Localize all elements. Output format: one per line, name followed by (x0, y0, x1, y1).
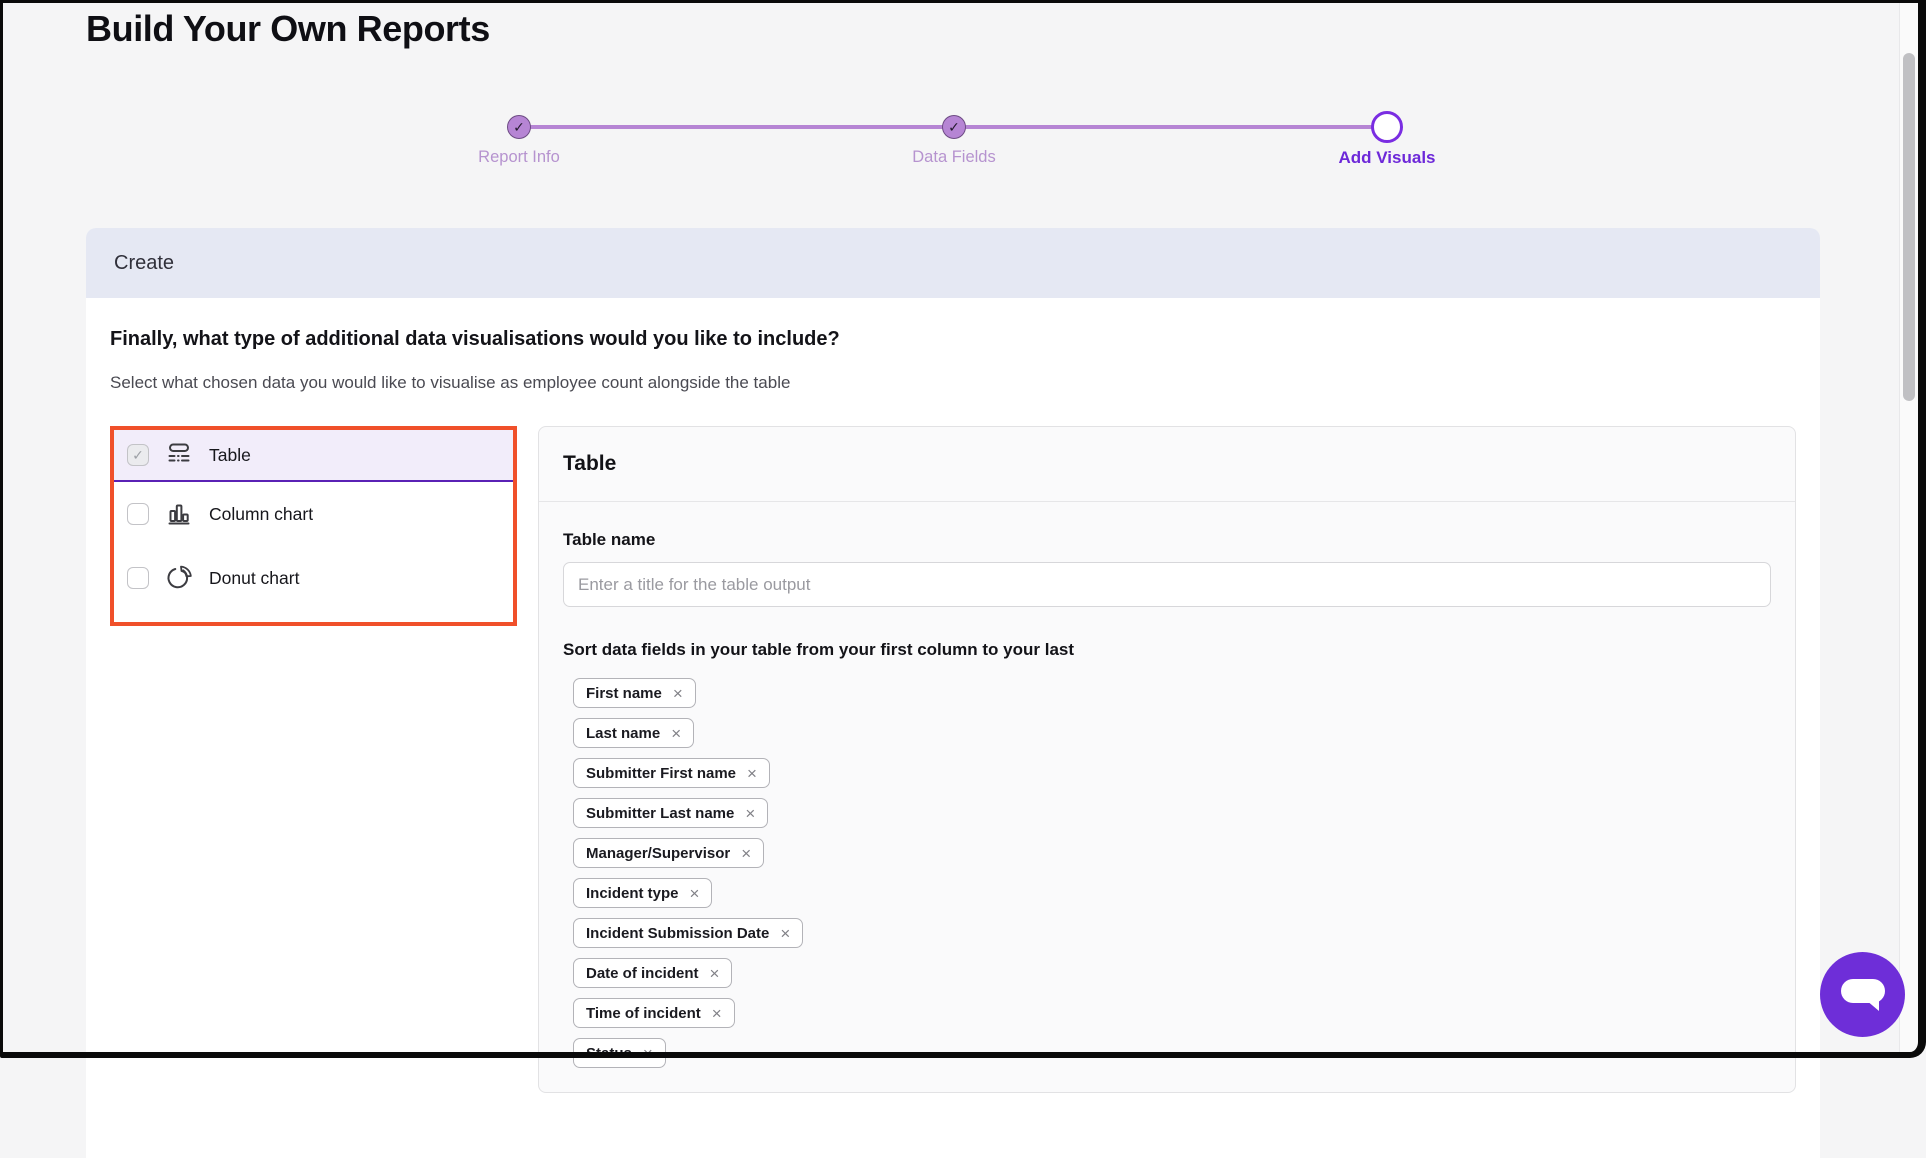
field-chip-label: Date of incident (586, 965, 699, 982)
field-chip-label: Status (586, 1045, 632, 1062)
field-chip[interactable]: Date of incident × (573, 958, 732, 988)
table-icon (165, 441, 193, 469)
remove-icon[interactable]: × (690, 885, 700, 902)
field-chip-label: Submitter First name (586, 765, 736, 782)
chat-widget-button[interactable] (1820, 952, 1905, 1037)
column-chart-icon (165, 500, 193, 528)
table-config-panel: Table Table name Sort data fields in you… (538, 426, 1796, 1093)
remove-icon[interactable]: × (673, 685, 683, 702)
field-chip[interactable]: Incident Submission Date × (573, 918, 803, 948)
visual-option-table[interactable]: ✓ Table (114, 430, 513, 482)
check-icon: ✓ (513, 119, 525, 136)
create-card-header-label: Create (114, 252, 174, 275)
remove-icon[interactable]: × (671, 725, 681, 742)
check-icon: ✓ (948, 119, 960, 136)
step-label-report-info[interactable]: Report Info (409, 148, 629, 167)
field-chip[interactable]: Submitter First name × (573, 758, 770, 788)
table-panel-title: Table (539, 427, 1795, 502)
field-chip[interactable]: Submitter Last name × (573, 798, 768, 828)
field-chip-label: Submitter Last name (586, 805, 734, 822)
chat-bubble-icon (1839, 975, 1887, 1015)
step-circle-add-visuals[interactable] (1371, 111, 1403, 143)
create-card: Create Finally, what type of additional … (86, 228, 1820, 1158)
field-chip[interactable]: Incident type × (573, 878, 712, 908)
table-panel-body: Table name Sort data fields in your tabl… (539, 502, 1795, 1092)
field-chip[interactable]: Status × (573, 1038, 666, 1068)
field-chip[interactable]: Time of incident × (573, 998, 735, 1028)
checkbox[interactable] (127, 503, 149, 525)
remove-icon[interactable]: × (643, 1045, 653, 1062)
field-chip[interactable]: Manager/Supervisor × (573, 838, 764, 868)
visuals-content-row: ✓ Table Column chart Donut chart Table T… (110, 426, 1796, 1093)
donut-chart-icon (165, 564, 193, 592)
table-name-label: Table name (563, 530, 1771, 550)
page-title: Build Your Own Reports (86, 8, 490, 50)
option-label: Column chart (209, 504, 313, 525)
step-circle-data-fields[interactable]: ✓ (942, 115, 966, 139)
sort-fields-heading: Sort data fields in your table from your… (563, 640, 1771, 660)
remove-icon[interactable]: × (747, 765, 757, 782)
field-chip-label: Time of incident (586, 1005, 701, 1022)
step-circle-report-info[interactable]: ✓ (507, 115, 531, 139)
checkbox[interactable] (127, 567, 149, 589)
step-label-add-visuals[interactable]: Add Visuals (1277, 148, 1497, 168)
visual-options-list: ✓ Table Column chart Donut chart (110, 426, 517, 626)
field-chip-label: Incident Submission Date (586, 925, 769, 942)
remove-icon[interactable]: × (741, 845, 751, 862)
field-chip-label: Last name (586, 725, 660, 742)
field-chip-label: Incident type (586, 885, 679, 902)
remove-icon[interactable]: × (710, 965, 720, 982)
remove-icon[interactable]: × (780, 925, 790, 942)
create-card-header: Create (86, 228, 1820, 298)
visual-option-column-chart[interactable]: Column chart (114, 482, 513, 546)
field-chip[interactable]: First name × (573, 678, 696, 708)
checkbox[interactable]: ✓ (127, 444, 149, 466)
visuals-subtext: Select what chosen data you would like t… (110, 373, 1796, 393)
table-name-input[interactable] (563, 562, 1771, 607)
field-chip-label: First name (586, 685, 662, 702)
visual-option-donut-chart[interactable]: Donut chart (114, 546, 513, 610)
visuals-question: Finally, what type of additional data vi… (110, 328, 1796, 351)
field-chip[interactable]: Last name × (573, 718, 694, 748)
option-label: Table (209, 445, 251, 466)
remove-icon[interactable]: × (745, 805, 755, 822)
remove-icon[interactable]: × (712, 1005, 722, 1022)
field-chip-label: Manager/Supervisor (586, 845, 730, 862)
scrollbar-thumb[interactable] (1903, 53, 1915, 401)
create-card-body: Finally, what type of additional data vi… (86, 298, 1820, 1093)
field-chips: First name × Last name × Submitter First… (573, 678, 1771, 1068)
step-label-data-fields[interactable]: Data Fields (844, 148, 1064, 167)
scrollbar-track[interactable] (1899, 3, 1918, 1052)
option-label: Donut chart (209, 568, 299, 589)
